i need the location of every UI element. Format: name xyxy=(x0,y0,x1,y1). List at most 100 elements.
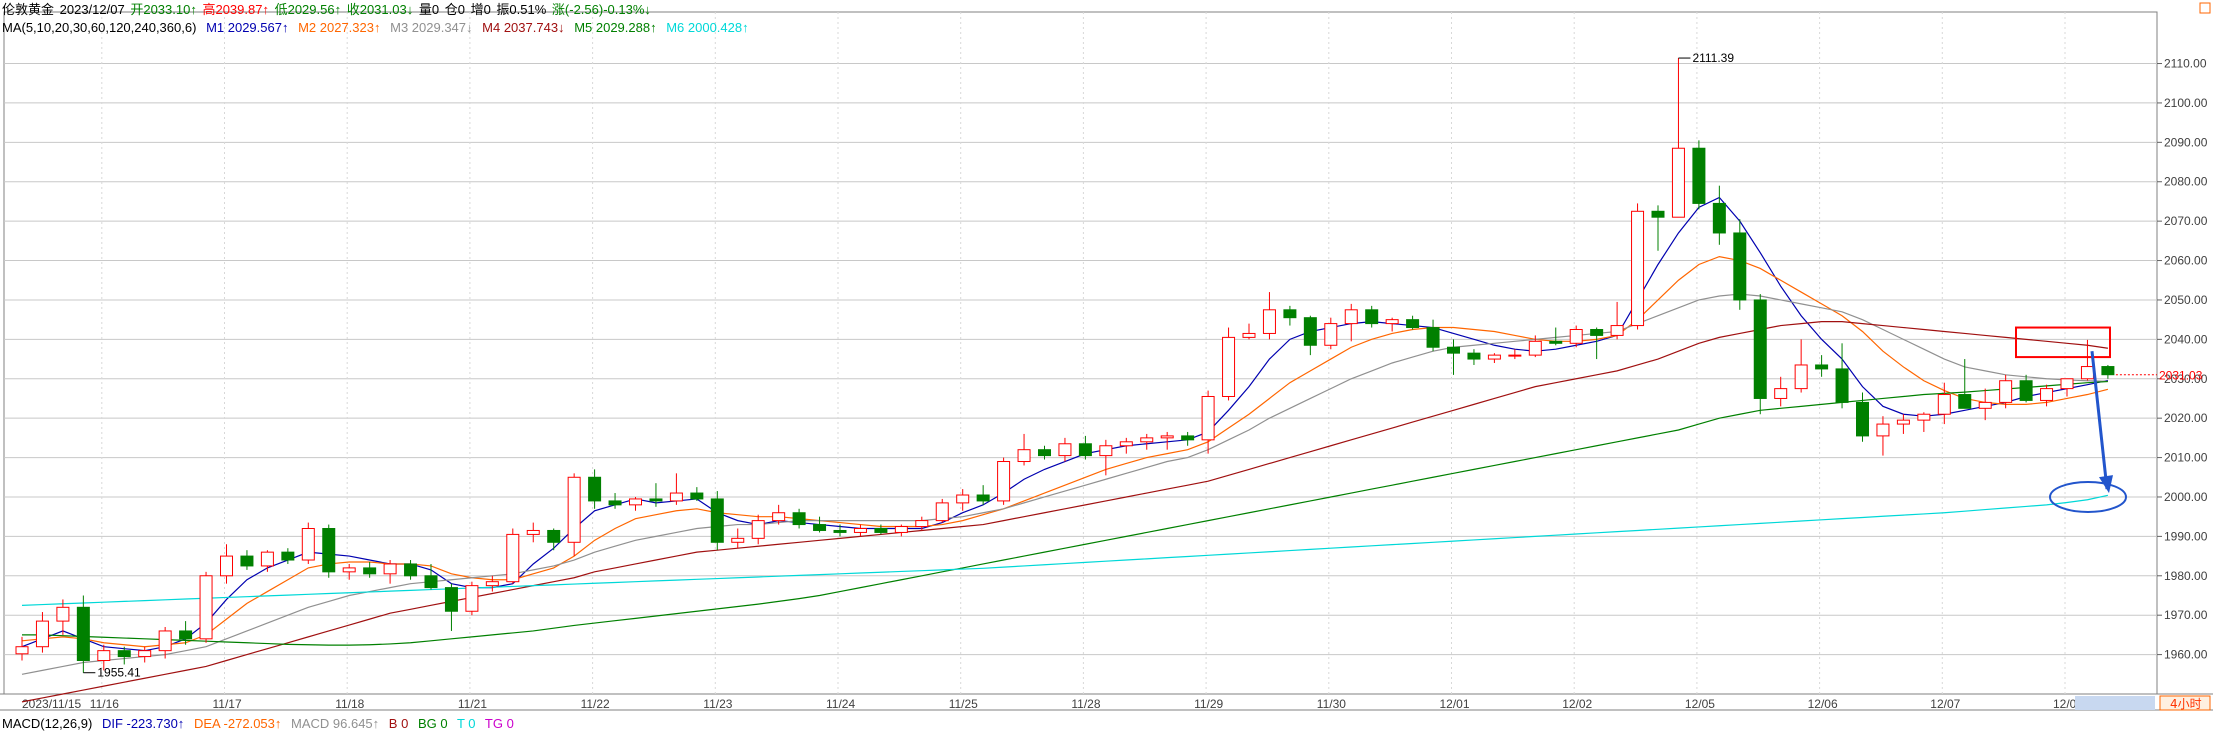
candle-up[interactable] xyxy=(629,498,642,506)
candle-up[interactable] xyxy=(853,528,867,533)
candle-down[interactable] xyxy=(1365,309,1379,325)
candle-down[interactable] xyxy=(813,524,827,531)
candle-up[interactable] xyxy=(1794,364,1808,390)
candle-down[interactable] xyxy=(1467,352,1481,360)
candle-down[interactable] xyxy=(2019,380,2033,401)
candle-up[interactable] xyxy=(158,630,172,652)
candle-down[interactable] xyxy=(1712,202,1726,234)
candle-down[interactable] xyxy=(322,528,336,573)
candle-up[interactable] xyxy=(97,650,111,662)
candle-up[interactable] xyxy=(1610,325,1624,336)
candle-down[interactable] xyxy=(1856,401,1869,437)
candle-up[interactable] xyxy=(1140,437,1154,443)
candle-up[interactable] xyxy=(1242,332,1256,338)
candlestick-chart[interactable]: 2023/11/15 11/16 11/17 11/18 11/21 11/22 11/23… xyxy=(0,0,2213,732)
candle-down[interactable] xyxy=(1733,232,1747,301)
candle-up[interactable] xyxy=(485,581,499,587)
candle-down[interactable] xyxy=(281,551,295,561)
candle-down[interactable] xyxy=(117,650,131,658)
candle-down[interactable] xyxy=(76,606,90,662)
candle-down[interactable] xyxy=(547,529,561,543)
candle-up[interactable] xyxy=(997,461,1011,502)
candle-up[interactable] xyxy=(915,520,929,528)
candles[interactable] xyxy=(15,58,2115,673)
candle-up[interactable] xyxy=(56,606,70,622)
candle-up[interactable] xyxy=(1937,394,1951,415)
candle-down[interactable] xyxy=(444,587,458,612)
candle-up[interactable] xyxy=(1324,323,1338,346)
candle-down[interactable] xyxy=(1958,394,1972,409)
timeframe-label[interactable]: 4小时 xyxy=(2170,697,2202,711)
candle-up[interactable] xyxy=(220,555,233,577)
candle-down[interactable] xyxy=(1426,327,1440,348)
candle-up[interactable] xyxy=(1917,413,1931,421)
candle-up[interactable] xyxy=(751,520,765,539)
candle-up[interactable] xyxy=(2080,366,2094,380)
candle-up[interactable] xyxy=(567,476,581,543)
candle-up[interactable] xyxy=(1978,401,1992,409)
candle-up[interactable] xyxy=(1671,147,1685,218)
candle-up[interactable] xyxy=(1385,319,1399,325)
candle-down[interactable] xyxy=(1835,368,1849,403)
candle-up[interactable] xyxy=(1487,354,1501,360)
candle-down[interactable] xyxy=(710,498,724,543)
candle-up[interactable] xyxy=(260,551,274,567)
candle-down[interactable] xyxy=(1815,364,1829,370)
candle-down[interactable] xyxy=(1303,317,1317,346)
candle-up[interactable] xyxy=(1017,449,1031,463)
candle-up[interactable] xyxy=(1876,423,1890,437)
candle-down[interactable] xyxy=(1078,443,1092,457)
candle-down[interactable] xyxy=(649,498,663,502)
candle-up[interactable] xyxy=(506,533,520,583)
candle-down[interactable] xyxy=(1753,299,1767,399)
candle-up[interactable] xyxy=(526,529,540,535)
candle-up[interactable] xyxy=(1896,419,1910,425)
candle-down[interactable] xyxy=(1038,449,1051,457)
candle-up[interactable] xyxy=(1631,210,1645,327)
candle-down[interactable] xyxy=(588,476,602,502)
candle-up[interactable] xyxy=(1262,309,1276,334)
candle-down[interactable] xyxy=(976,494,990,502)
candle-down[interactable] xyxy=(690,492,704,500)
candle-up[interactable] xyxy=(894,526,908,533)
candle-down[interactable] xyxy=(1651,210,1665,218)
candle-up[interactable] xyxy=(301,528,315,561)
candle-up[interactable] xyxy=(1201,395,1215,441)
candle-down[interactable] xyxy=(1549,340,1563,344)
candle-down[interactable] xyxy=(1181,435,1195,441)
candle-up[interactable] xyxy=(1569,329,1583,344)
candle-up[interactable] xyxy=(138,650,152,658)
candle-up[interactable] xyxy=(465,585,479,612)
candle-up[interactable] xyxy=(35,620,49,648)
candle-up[interactable] xyxy=(1099,445,1113,457)
candle-up[interactable] xyxy=(772,512,786,522)
candle-up[interactable] xyxy=(1528,340,1542,356)
candle-down[interactable] xyxy=(179,630,193,640)
candle-down[interactable] xyxy=(363,567,377,575)
candle-down[interactable] xyxy=(1692,147,1706,204)
candle-down[interactable] xyxy=(1447,346,1460,354)
candle-up[interactable] xyxy=(669,492,683,502)
candle-up[interactable] xyxy=(2060,378,2074,390)
candle-up[interactable] xyxy=(15,646,29,655)
candle-up[interactable] xyxy=(2040,388,2054,401)
candle-up[interactable] xyxy=(342,567,356,573)
candle-down[interactable] xyxy=(1406,319,1420,329)
candle-down[interactable] xyxy=(792,512,806,526)
candle-down[interactable] xyxy=(833,529,847,533)
candle-up[interactable] xyxy=(1344,309,1358,325)
candle-up[interactable] xyxy=(383,563,397,575)
candle-down[interactable] xyxy=(240,555,254,567)
candle-down[interactable] xyxy=(404,563,418,577)
candle-up[interactable] xyxy=(1058,443,1072,457)
candle-up[interactable] xyxy=(1774,388,1788,399)
candle-down[interactable] xyxy=(1283,309,1297,319)
candle-down[interactable] xyxy=(1590,329,1604,336)
candle-down[interactable] xyxy=(424,575,438,589)
candle-up[interactable] xyxy=(1119,441,1133,447)
candle-up[interactable] xyxy=(1222,336,1236,397)
candle-up[interactable] xyxy=(1999,380,2013,403)
candle-down[interactable] xyxy=(608,500,622,506)
candle-up[interactable] xyxy=(1160,435,1174,439)
candle-up[interactable] xyxy=(956,494,970,504)
